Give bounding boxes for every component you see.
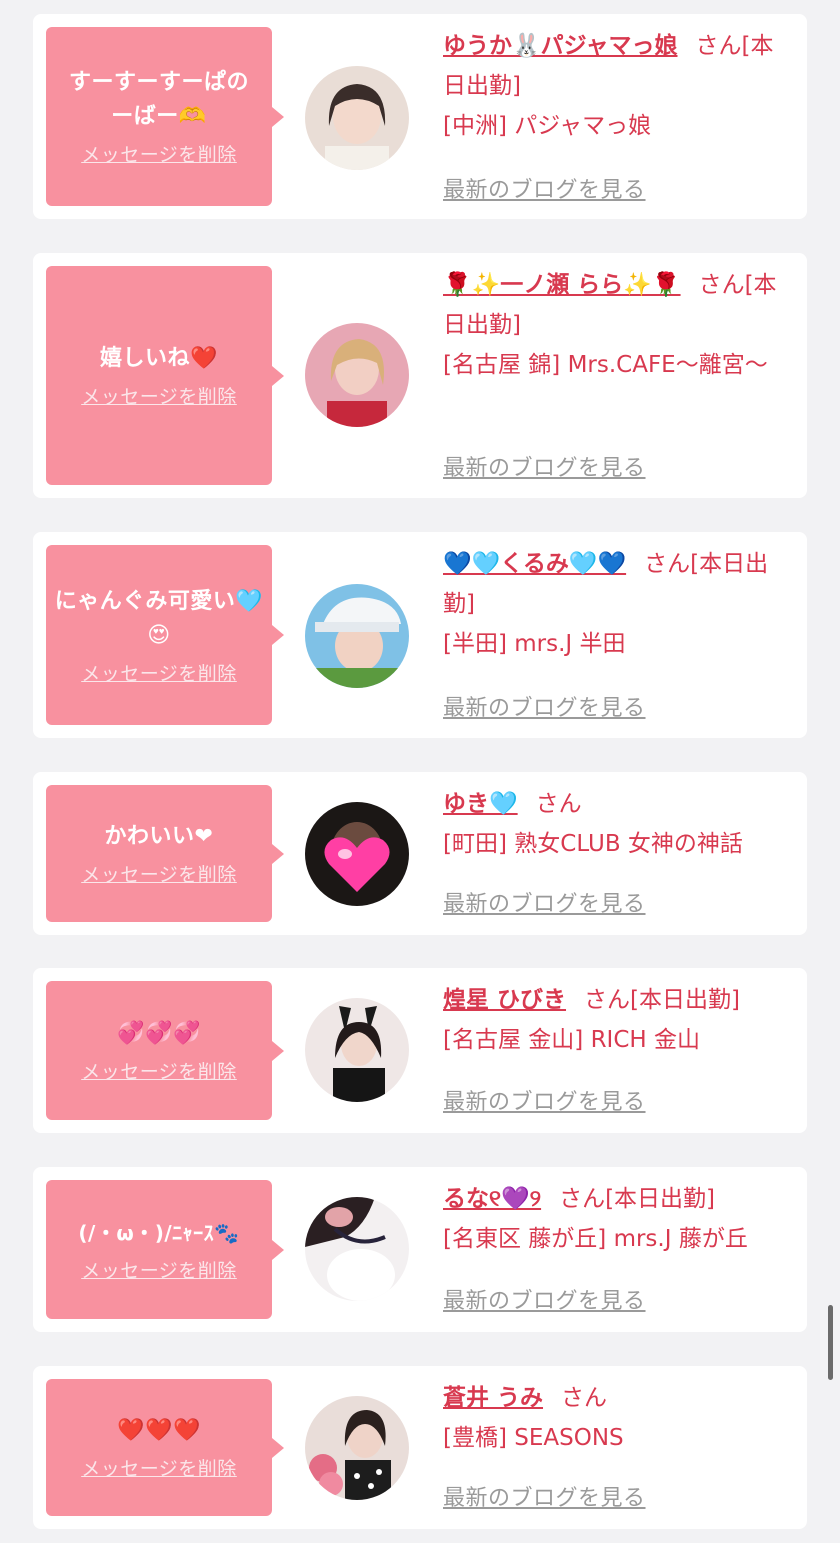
message-card: 嬉しいね❤️ メッセージを削除 🌹✨一ノ瀬 らら✨🌹 さん[本日出勤] [名古屋 … xyxy=(33,253,807,498)
girl-name-link[interactable]: 蒼井 うみ xyxy=(443,1385,543,1411)
girl-name-link[interactable]: 🌹✨一ノ瀬 らら✨🌹 xyxy=(443,272,681,298)
girl-name-link[interactable]: ゆうか🐰パジャマっ娘 xyxy=(443,33,678,59)
honorific-label: さん xyxy=(584,987,631,1013)
delete-message-link[interactable]: メッセージを削除 xyxy=(81,1256,237,1283)
honorific-label: さん xyxy=(559,1186,606,1212)
delete-message-link[interactable]: メッセージを削除 xyxy=(81,140,237,167)
message-bubble: すーすーすーぱのーばー🫶 メッセージを削除 xyxy=(46,27,284,206)
girl-info: 煌星 ひびき さん[本日出勤] [名古屋 金山] RICH 金山 xyxy=(443,980,795,1060)
latest-blog-link[interactable]: 最新のブログを見る xyxy=(443,450,646,482)
honorific-label: さん xyxy=(695,33,742,59)
message-text: (/・ω・)/ﾆｬｰｽ🐾 xyxy=(78,1221,240,1245)
honorific-label: さん xyxy=(561,1385,608,1411)
avatar[interactable] xyxy=(305,1197,409,1301)
message-card: すーすーすーぱのーばー🫶 メッセージを削除 ゆうか🐰パジャマっ娘 さん[本日出勤]… xyxy=(33,14,807,219)
latest-blog-link[interactable]: 最新のブログを見る xyxy=(443,690,646,722)
shop-name: [町田] 熟女CLUB 女神の神話 xyxy=(443,831,743,857)
shop-name: [名東区 藤が丘] mrs.J 藤が丘 xyxy=(443,1226,748,1252)
message-bubble: 💞💞💞 メッセージを削除 xyxy=(46,981,284,1120)
message-text: 💞💞💞 xyxy=(117,1021,201,1046)
message-text: ❤️❤️❤️ xyxy=(117,1418,201,1443)
work-status: [本日出勤] xyxy=(605,1186,716,1212)
message-bubble: にゃんぐみ可愛い🩵😍 メッセージを削除 xyxy=(46,545,284,725)
girl-info: 🌹✨一ノ瀬 らら✨🌹 さん[本日出勤] [名古屋 錦] Mrs.CAFE～離宮～ xyxy=(443,265,795,385)
avatar[interactable] xyxy=(305,66,409,170)
shop-name: [名古屋 錦] Mrs.CAFE～離宮～ xyxy=(443,352,768,378)
honorific-label: さん xyxy=(698,272,745,298)
message-bubble: 嬉しいね❤️ メッセージを削除 xyxy=(46,266,284,485)
message-bubble: かわいい❤ メッセージを削除 xyxy=(46,785,284,922)
message-text: 嬉しいね❤️ xyxy=(100,346,218,371)
message-text: かわいい❤ xyxy=(104,824,214,849)
avatar[interactable] xyxy=(305,323,409,427)
girl-info: 💙🩵くるみ🩵💙 さん[本日出勤] [半田] mrs.J 半田 xyxy=(443,544,795,664)
girl-name-link[interactable]: 💙🩵くるみ🩵💙 xyxy=(443,551,626,577)
message-card: かわいい❤ メッセージを削除 ゆき🩵 さん [町田] 熟女CLUB 女神の神話 最… xyxy=(33,772,807,935)
delete-message-link[interactable]: メッセージを削除 xyxy=(81,860,237,887)
delete-message-link[interactable]: メッセージを削除 xyxy=(81,659,237,686)
honorific-label: さん xyxy=(644,551,691,577)
message-card: ❤️❤️❤️ メッセージを削除 蒼井 うみ さん [豊橋] SEASONS 最新の… xyxy=(33,1366,807,1529)
avatar[interactable] xyxy=(305,1396,409,1500)
message-card: にゃんぐみ可愛い🩵😍 メッセージを削除 💙🩵くるみ🩵💙 さん[本日出勤] [半田]… xyxy=(33,532,807,738)
latest-blog-link[interactable]: 最新のブログを見る xyxy=(443,1480,646,1512)
message-card: 💞💞💞 メッセージを削除 煌星 ひびき さん[本日出勤] [名古屋 金山] RIC… xyxy=(33,968,807,1133)
message-bubble: ❤️❤️❤️ メッセージを削除 xyxy=(46,1379,284,1516)
girl-name-link[interactable]: ゆき🩵 xyxy=(443,791,518,817)
delete-message-link[interactable]: メッセージを削除 xyxy=(81,1454,237,1481)
message-card: (/・ω・)/ﾆｬｰｽ🐾 メッセージを削除 るな୧💜୨ さん[本日出勤] [名東区… xyxy=(33,1167,807,1332)
shop-name: [豊橋] SEASONS xyxy=(443,1425,624,1451)
work-status: [本日出勤] xyxy=(630,987,740,1013)
girl-name-link[interactable]: るな୧💜୨ xyxy=(443,1186,541,1212)
girl-info: ゆうか🐰パジャマっ娘 さん[本日出勤] [中洲] パジャマっ娘 xyxy=(443,26,795,146)
shop-name: [名古屋 金山] RICH 金山 xyxy=(443,1027,700,1053)
latest-blog-link[interactable]: 最新のブログを見る xyxy=(443,1084,646,1116)
honorific-label: さん xyxy=(535,791,582,817)
shop-name: [中洲] パジャマっ娘 xyxy=(443,113,652,139)
avatar[interactable] xyxy=(305,998,409,1102)
message-bubble: (/・ω・)/ﾆｬｰｽ🐾 メッセージを削除 xyxy=(46,1180,284,1319)
delete-message-link[interactable]: メッセージを削除 xyxy=(81,382,237,409)
scrollbar[interactable] xyxy=(828,1305,833,1380)
latest-blog-link[interactable]: 最新のブログを見る xyxy=(443,1283,646,1315)
message-text: すーすーすーぱのーばー🫶 xyxy=(68,70,249,129)
girl-name-link[interactable]: 煌星 ひびき xyxy=(443,987,566,1013)
avatar[interactable] xyxy=(305,802,409,906)
girl-info: るな୧💜୨ さん[本日出勤] [名東区 藤が丘] mrs.J 藤が丘 xyxy=(443,1179,795,1259)
delete-message-link[interactable]: メッセージを削除 xyxy=(81,1057,237,1084)
latest-blog-link[interactable]: 最新のブログを見る xyxy=(443,172,646,204)
girl-info: ゆき🩵 さん [町田] 熟女CLUB 女神の神話 xyxy=(443,784,795,864)
latest-blog-link[interactable]: 最新のブログを見る xyxy=(443,886,646,918)
girl-info: 蒼井 うみ さん [豊橋] SEASONS xyxy=(443,1378,795,1458)
avatar[interactable] xyxy=(305,584,409,688)
shop-name: [半田] mrs.J 半田 xyxy=(443,631,626,657)
message-text: にゃんぐみ可愛い🩵😍 xyxy=(54,588,264,648)
